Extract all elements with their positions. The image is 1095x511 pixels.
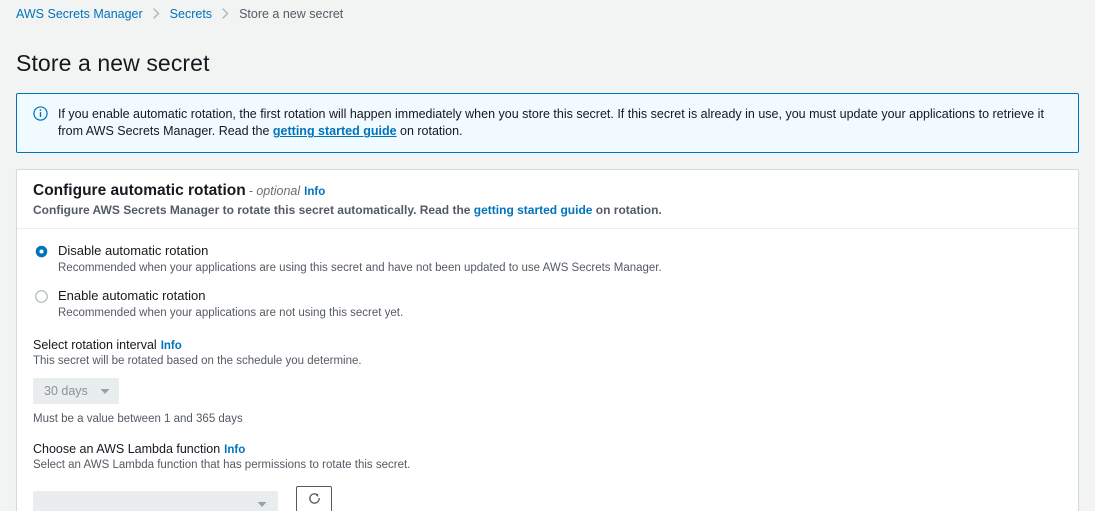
refresh-lambda-functions-button[interactable]	[296, 485, 332, 511]
chevron-right-icon	[152, 8, 161, 19]
card-title-text: Configure automatic rotation	[33, 182, 246, 200]
info-alert-text: If you enable automatic rotation, the fi…	[58, 105, 1066, 140]
breadcrumb: AWS Secrets Manager Secrets Store a new …	[0, 0, 1095, 22]
refresh-icon	[307, 491, 322, 509]
rotation-interval-label: Select rotation interval Info	[33, 338, 1062, 352]
store-new-secret-page: AWS Secrets Manager Secrets Store a new …	[0, 0, 1095, 511]
radio-description-disable-rotation: Recommended when your applications are u…	[58, 262, 662, 275]
lambda-function-label-text: Choose an AWS Lambda function	[33, 442, 221, 457]
info-alert-text-part2: on rotation.	[396, 124, 463, 139]
card-info-link[interactable]: Info	[304, 186, 325, 198]
rotation-interval-label-text: Select rotation interval	[33, 338, 157, 353]
radio-description-enable-rotation: Recommended when your applications are n…	[58, 307, 404, 320]
rotation-interval-select[interactable]: 30 days	[33, 378, 119, 405]
rotation-interval-info-link[interactable]: Info	[161, 340, 182, 352]
card-header: Configure automatic rotation - optional In…	[17, 170, 1078, 230]
radio-label-disable-rotation[interactable]: Disable automatic rotation	[58, 243, 662, 259]
rotation-interval-field: Select rotation interval Info This secret…	[33, 338, 1062, 425]
lambda-function-info-link[interactable]: Info	[224, 444, 245, 456]
getting-started-guide-link[interactable]: getting started guide	[273, 124, 397, 138]
lambda-function-description: Select an AWS Lambda function that has p…	[33, 459, 411, 472]
info-alert: If you enable automatic rotation, the fi…	[16, 93, 1079, 154]
card-body: Disable automatic rotation Recommended w…	[17, 229, 1078, 511]
breadcrumb-item-current: Store a new secret	[239, 6, 344, 21]
card-description-part2: on rotation.	[592, 203, 662, 218]
radio-label-enable-rotation[interactable]: Enable automatic rotation	[58, 288, 403, 304]
lambda-function-select[interactable]	[33, 491, 278, 511]
rotation-interval-hint: Must be a value between 1 and 365 days	[33, 413, 243, 426]
info-alert-text-part1: If you enable automatic rotation, the fi…	[58, 107, 1044, 139]
radio-option-enable-rotation[interactable]: Enable automatic rotation Recommended wh…	[33, 288, 1062, 321]
radio-selected-icon[interactable]	[35, 245, 48, 263]
rotation-interval-value: 30 days	[44, 384, 88, 399]
caret-down-icon	[257, 501, 267, 508]
lambda-function-field: Choose an AWS Lambda function Info Select…	[33, 442, 1062, 511]
rotation-interval-description: This secret will be rotated based on the…	[33, 355, 362, 368]
info-circle-icon	[33, 106, 48, 140]
optional-tag: - optional	[248, 184, 301, 199]
breadcrumb-item-secrets[interactable]: Secrets	[170, 7, 212, 21]
lambda-function-label: Choose an AWS Lambda function Info	[33, 442, 1062, 456]
card-description-part1: Configure AWS Secrets Manager to rotate …	[33, 203, 474, 218]
card-title: Configure automatic rotation - optional In…	[33, 182, 1062, 200]
card-getting-started-guide-link[interactable]: getting started guide	[474, 203, 593, 217]
radio-option-disable-rotation[interactable]: Disable automatic rotation Recommended w…	[33, 243, 1062, 276]
caret-down-icon	[100, 388, 110, 395]
chevron-right-icon	[221, 8, 230, 19]
card-description: Configure AWS Secrets Manager to rotate …	[33, 203, 1062, 217]
lambda-function-row	[33, 482, 1062, 511]
radio-unselected-icon[interactable]	[35, 290, 48, 308]
page-title: Store a new secret	[16, 50, 210, 77]
configure-automatic-rotation-card: Configure automatic rotation - optional In…	[16, 169, 1079, 511]
breadcrumb-item-aws-secrets-manager[interactable]: AWS Secrets Manager	[16, 7, 143, 21]
